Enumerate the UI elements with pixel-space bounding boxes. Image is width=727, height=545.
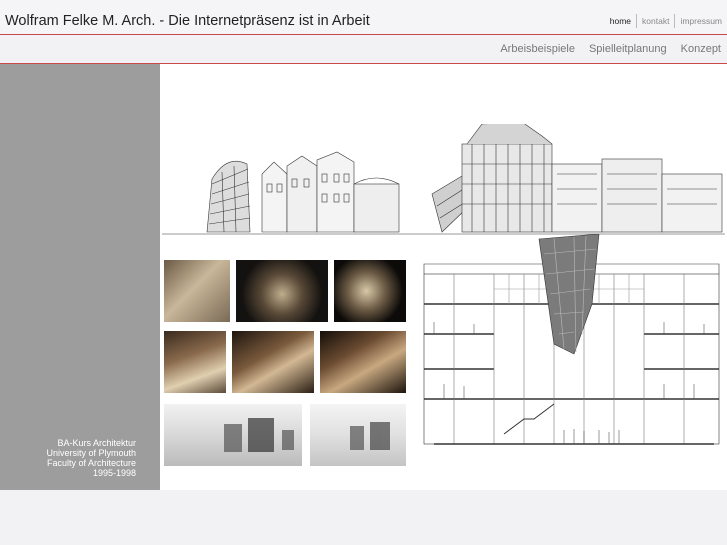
model-photo-3 — [334, 260, 406, 322]
kontakt-link[interactable]: kontakt — [636, 14, 674, 28]
caption-university: University of Plymouth — [46, 448, 136, 458]
main-menu: Arbeisbeispiele Spielleitplanung Konzept — [500, 43, 721, 55]
caption-faculty: Faculty of Architecture — [46, 458, 136, 468]
model-photo-6 — [320, 331, 406, 393]
project-caption: BA-Kurs Architektur University of Plymou… — [46, 438, 136, 478]
site-header: Wolfram Felke M. Arch. - Die Internetprä… — [0, 0, 727, 35]
model-photo-1 — [164, 260, 230, 322]
model-photo-5 — [232, 331, 314, 393]
site-title: Wolfram Felke M. Arch. - Die Internetprä… — [5, 13, 370, 29]
model-photo-overlay — [224, 418, 390, 452]
model-photo-2 — [236, 260, 328, 322]
impressum-link[interactable]: impressum — [674, 14, 727, 28]
menu-item-konzept[interactable]: Konzept — [681, 43, 721, 55]
menu-item-spielleitplanung[interactable]: Spielleitplanung — [589, 43, 667, 55]
model-photo-4 — [164, 331, 226, 393]
menu-item-arbeitsbeispiele[interactable]: Arbeisbeispiele — [500, 43, 575, 55]
top-links: home kontakt impressum — [605, 14, 727, 28]
caption-course: BA-Kurs Architektur — [57, 438, 136, 448]
sidebar: BA-Kurs Architektur University of Plymou… — [0, 64, 160, 490]
caption-years: 1995-1998 — [92, 468, 136, 478]
project-image-area — [160, 64, 727, 490]
section-drawing — [423, 234, 720, 445]
home-link[interactable]: home — [605, 14, 636, 28]
elevation-drawing — [162, 124, 725, 235]
main-menu-bar: Arbeisbeispiele Spielleitplanung Konzept — [0, 35, 727, 64]
